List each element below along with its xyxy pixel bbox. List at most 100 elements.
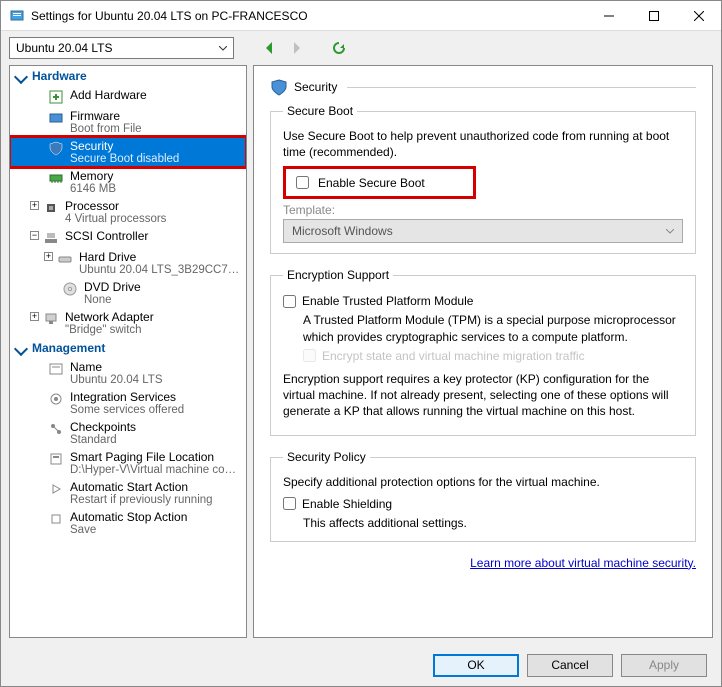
sidebar-item-label: Automatic Stop Action bbox=[70, 510, 242, 524]
settings-icon bbox=[9, 8, 25, 24]
window-title: Settings for Ubuntu 20.04 LTS on PC-FRAN… bbox=[31, 9, 586, 23]
management-section-header[interactable]: Management bbox=[10, 338, 246, 358]
sidebar-item-scsi[interactable]: − SCSI Controller bbox=[10, 227, 246, 248]
template-value: Microsoft Windows bbox=[292, 224, 393, 238]
expand-icon[interactable]: + bbox=[44, 252, 53, 261]
sidebar-item-autostart[interactable]: Automatic Start ActionRestart if previou… bbox=[10, 478, 246, 508]
shield-icon bbox=[48, 140, 64, 156]
enable-secure-boot-highlight: Enable Secure Boot bbox=[283, 166, 476, 199]
sidebar-item-name[interactable]: NameUbuntu 20.04 LTS bbox=[10, 358, 246, 388]
sidebar-item-label: Security bbox=[70, 139, 242, 153]
sidebar-item-sub: Some services offered bbox=[70, 404, 242, 416]
enable-shielding-checkbox[interactable] bbox=[283, 497, 296, 510]
sidebar-item-label: Firmware bbox=[70, 109, 242, 123]
sidebar-item-label: Smart Paging File Location bbox=[70, 450, 242, 464]
nav-forward-button[interactable] bbox=[286, 37, 308, 59]
network-icon bbox=[43, 311, 59, 327]
autostop-icon bbox=[48, 511, 64, 527]
sidebar-item-sub: 4 Virtual processors bbox=[65, 213, 242, 225]
apply-button: Apply bbox=[621, 654, 707, 677]
sidebar-item-processor[interactable]: + Processor4 Virtual processors bbox=[10, 197, 246, 227]
autostart-icon bbox=[48, 481, 64, 497]
kp-desc: Encryption support requires a key protec… bbox=[283, 371, 683, 420]
sidebar-item-sub: Secure Boot disabled bbox=[70, 153, 242, 165]
checkpoints-icon bbox=[48, 421, 64, 437]
shielding-desc: This affects additional settings. bbox=[303, 515, 683, 531]
add-hardware-icon bbox=[48, 89, 64, 105]
sidebar-item-checkpoints[interactable]: CheckpointsStandard bbox=[10, 418, 246, 448]
sidebar-item-sub: None bbox=[84, 294, 242, 306]
hardware-section-header[interactable]: Hardware bbox=[10, 66, 246, 86]
enable-shielding-label: Enable Shielding bbox=[302, 497, 392, 511]
enable-secure-boot-checkbox[interactable] bbox=[296, 176, 309, 189]
hard-drive-icon bbox=[57, 251, 73, 267]
dvd-icon bbox=[62, 281, 78, 297]
sidebar-item-label: SCSI Controller bbox=[65, 229, 242, 243]
sidebar-item-sub: Boot from File bbox=[70, 123, 242, 135]
template-label: Template: bbox=[283, 203, 683, 217]
sidebar-item-label: Memory bbox=[70, 169, 242, 183]
scsi-icon bbox=[43, 230, 59, 246]
content-panel: Security Secure Boot Use Secure Boot to … bbox=[253, 65, 713, 638]
sidebar-item-add-hardware[interactable]: Add Hardware bbox=[10, 86, 246, 107]
collapse-icon[interactable]: − bbox=[30, 231, 39, 240]
security-policy-desc: Specify additional protection options fo… bbox=[283, 474, 683, 490]
sidebar-item-firmware[interactable]: FirmwareBoot from File bbox=[10, 107, 246, 137]
maximize-button[interactable] bbox=[631, 1, 676, 31]
sidebar-item-sub: "Bridge" switch bbox=[65, 324, 242, 336]
toolbar: Ubuntu 20.04 LTS bbox=[1, 31, 721, 65]
security-policy-group: Security Policy Specify additional prote… bbox=[270, 450, 696, 541]
sidebar-item-security[interactable]: SecuritySecure Boot disabled bbox=[10, 137, 246, 167]
enable-secure-boot-label: Enable Secure Boot bbox=[318, 176, 425, 190]
refresh-button[interactable] bbox=[328, 37, 350, 59]
security-policy-legend: Security Policy bbox=[283, 450, 370, 464]
settings-tree[interactable]: Hardware Add Hardware FirmwareBoot from … bbox=[9, 65, 247, 638]
chevron-down-icon bbox=[219, 46, 227, 51]
vm-selector[interactable]: Ubuntu 20.04 LTS bbox=[9, 37, 234, 59]
ok-button[interactable]: OK bbox=[433, 654, 519, 677]
sidebar-item-label: Checkpoints bbox=[70, 420, 242, 434]
chevron-down-icon bbox=[666, 229, 674, 234]
sidebar-item-network[interactable]: + Network Adapter"Bridge" switch bbox=[10, 308, 246, 338]
shield-icon bbox=[270, 78, 288, 96]
sidebar-item-label: Name bbox=[70, 360, 242, 374]
tpm-desc: A Trusted Platform Module (TPM) is a spe… bbox=[303, 312, 683, 344]
dialog-buttons: OK Cancel Apply bbox=[1, 644, 721, 686]
sidebar-item-label: DVD Drive bbox=[84, 280, 242, 294]
nav-back-button[interactable] bbox=[258, 37, 280, 59]
secure-boot-group: Secure Boot Use Secure Boot to help prev… bbox=[270, 104, 696, 254]
title-bar: Settings for Ubuntu 20.04 LTS on PC-FRAN… bbox=[1, 1, 721, 31]
enable-tpm-checkbox[interactable] bbox=[283, 295, 296, 308]
sidebar-item-paging[interactable]: Smart Paging File LocationD:\Hyper-V\Vir… bbox=[10, 448, 246, 478]
sidebar-item-label: Processor bbox=[65, 199, 242, 213]
template-select: Microsoft Windows bbox=[283, 219, 683, 243]
expand-icon[interactable]: + bbox=[30, 312, 39, 321]
sidebar-item-autostop[interactable]: Automatic Stop ActionSave bbox=[10, 508, 246, 538]
sidebar-item-integration[interactable]: Integration ServicesSome services offere… bbox=[10, 388, 246, 418]
encrypt-traffic-label: Encrypt state and virtual machine migrat… bbox=[322, 349, 585, 363]
cancel-button[interactable]: Cancel bbox=[527, 654, 613, 677]
sidebar-item-sub: Ubuntu 20.04 LTS bbox=[70, 374, 242, 386]
sidebar-item-hard-drive[interactable]: + Hard DriveUbuntu 20.04 LTS_3B29CC71-..… bbox=[10, 248, 246, 278]
integration-icon bbox=[48, 391, 64, 407]
panel-title: Security bbox=[294, 80, 337, 94]
firmware-icon bbox=[48, 110, 64, 126]
encryption-group: Encryption Support Enable Trusted Platfo… bbox=[270, 268, 696, 436]
sidebar-item-label: Add Hardware bbox=[70, 88, 242, 102]
close-button[interactable] bbox=[676, 1, 721, 31]
sidebar-item-sub: Save bbox=[70, 524, 242, 536]
secure-boot-desc: Use Secure Boot to help prevent unauthor… bbox=[283, 128, 683, 160]
vm-selector-value: Ubuntu 20.04 LTS bbox=[16, 41, 113, 55]
minimize-button[interactable] bbox=[586, 1, 631, 31]
sidebar-item-sub: Ubuntu 20.04 LTS_3B29CC71-... bbox=[79, 264, 242, 276]
encryption-legend: Encryption Support bbox=[283, 268, 393, 282]
name-icon bbox=[48, 361, 64, 377]
sidebar-item-dvd[interactable]: DVD DriveNone bbox=[10, 278, 246, 308]
sidebar-item-sub: Restart if previously running bbox=[70, 494, 242, 506]
sidebar-item-sub: D:\Hyper-V\Virtual machine config... bbox=[70, 464, 242, 476]
sidebar-item-label: Network Adapter bbox=[65, 310, 242, 324]
sidebar-item-label: Hard Drive bbox=[79, 250, 242, 264]
sidebar-item-memory[interactable]: Memory6146 MB bbox=[10, 167, 246, 197]
expand-icon[interactable]: + bbox=[30, 201, 39, 210]
learn-more-link[interactable]: Learn more about virtual machine securit… bbox=[270, 556, 696, 570]
